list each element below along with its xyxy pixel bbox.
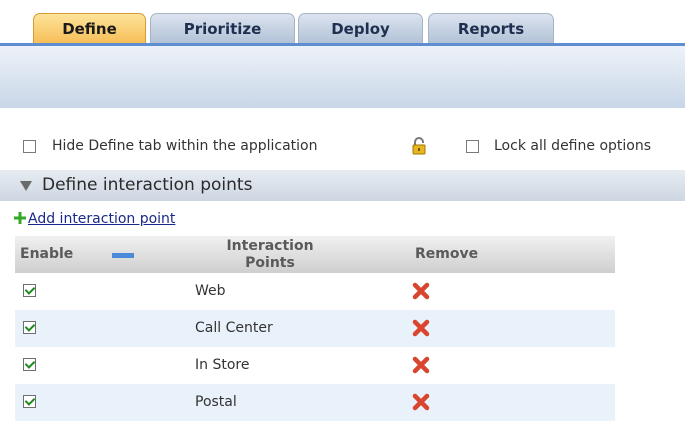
enable-checkbox[interactable] — [23, 358, 36, 371]
interaction-point-name: In Store — [195, 357, 250, 373]
lock-define-options-label: Lock all define options — [494, 138, 652, 154]
tab-content-header-panel — [0, 46, 685, 108]
tab-bar: Define Prioritize Deploy Reports — [0, 0, 685, 44]
remove-x-icon[interactable] — [411, 318, 431, 338]
tab-reports[interactable]: Reports — [428, 13, 554, 43]
table-row: In Store — [15, 347, 615, 384]
table-row: Call Center — [15, 310, 615, 347]
remove-x-icon[interactable] — [411, 281, 431, 301]
green-plus-icon[interactable] — [14, 212, 26, 224]
interaction-point-name: Postal — [195, 394, 237, 410]
remove-x-icon[interactable] — [411, 392, 431, 412]
toggle-all-minus-icon[interactable] — [112, 253, 134, 258]
tab-define[interactable]: Define — [33, 13, 146, 43]
section-title: Define interaction points — [42, 175, 253, 195]
tab-prioritize[interactable]: Prioritize — [150, 13, 295, 43]
tab-deploy[interactable]: Deploy — [298, 13, 423, 43]
table-row: Postal — [15, 384, 615, 421]
header-remove: Remove — [415, 246, 479, 262]
collapse-triangle-icon[interactable] — [20, 181, 32, 191]
hide-define-tab-checkbox[interactable] — [23, 140, 36, 153]
header-interaction-points: Interaction Points — [226, 238, 314, 271]
enable-checkbox[interactable] — [23, 395, 36, 408]
enable-checkbox[interactable] — [23, 284, 36, 297]
header-enable: Enable — [20, 246, 74, 262]
table-row: Web — [15, 273, 615, 310]
enable-checkbox[interactable] — [23, 321, 36, 334]
interaction-point-name: Web — [195, 283, 226, 299]
remove-x-icon[interactable] — [411, 355, 431, 375]
unlocked-padlock-icon[interactable] — [412, 137, 426, 155]
add-interaction-point-link[interactable]: Add interaction point — [28, 211, 175, 227]
hide-define-tab-label: Hide Define tab within the application — [52, 138, 318, 154]
lock-define-options-checkbox[interactable] — [466, 140, 479, 153]
interaction-point-name: Call Center — [195, 320, 273, 336]
